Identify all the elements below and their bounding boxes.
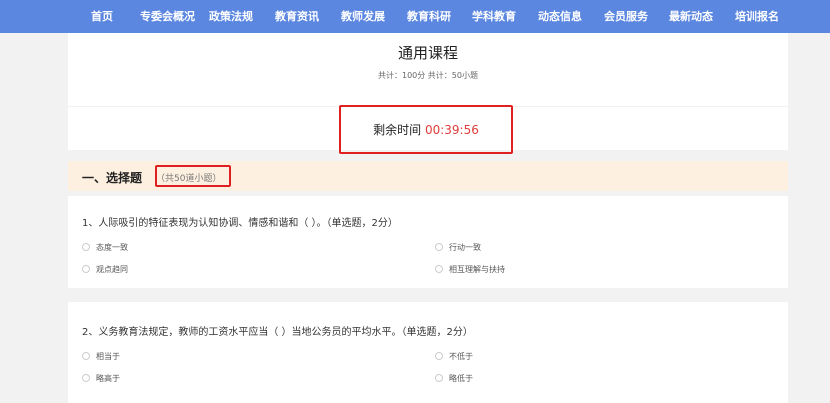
answer-option[interactable]: 相当于 — [82, 350, 120, 362]
radio-button[interactable] — [435, 265, 443, 273]
radio-button[interactable] — [82, 265, 90, 273]
answer-option[interactable]: 略低于 — [435, 372, 473, 384]
nav-item-training-signup[interactable]: 培训报名 — [735, 0, 779, 33]
course-header: 通用课程 共计：100分 共计：50小题 — [68, 33, 788, 106]
option-label: 略低于 — [449, 373, 473, 383]
remaining-time: 剩余时间 00:39:56 — [341, 121, 511, 138]
option-label: 行动一致 — [449, 242, 481, 252]
option-label: 态度一致 — [96, 242, 128, 252]
course-title: 通用课程 — [397, 44, 458, 62]
answer-option[interactable]: 不低于 — [435, 350, 473, 362]
question-card: 1、人际吸引的特征表现为认知协调、情感和谐和（ ）。（单选题，2分） 态度一致 … — [68, 196, 788, 288]
option-label: 略高于 — [96, 373, 120, 383]
radio-button[interactable] — [435, 374, 443, 382]
nav-item-teacher-development[interactable]: 教师发展 — [341, 0, 385, 33]
nav-item-committee-overview[interactable]: 专委会概况 — [140, 0, 195, 33]
top-nav: 首页 专委会概况 政策法规 教育资讯 教师发展 教育科研 学科教育 动态信息 会… — [0, 0, 830, 33]
nav-item-policies[interactable]: 政策法规 — [209, 0, 253, 33]
nav-item-dynamic-info[interactable]: 动态信息 — [538, 0, 582, 33]
option-label: 相当于 — [96, 351, 120, 361]
remaining-time-label: 剩余时间 — [373, 123, 422, 137]
nav-item-home[interactable]: 首页 — [91, 0, 113, 33]
nav-item-education-research[interactable]: 教育科研 — [407, 0, 451, 33]
option-label: 相互理解与扶持 — [449, 264, 505, 274]
timer-card: 剩余时间 00:39:56 — [68, 105, 788, 154]
question-card: 2、义务教育法规定，教师的工资水平应当（ ）当地公务员的平均水平。（单选题，2分… — [68, 302, 788, 403]
option-label: 不低于 — [449, 351, 473, 361]
question-text: 1、人际吸引的特征表现为认知协调、情感和谐和（ ）。（单选题，2分） — [82, 218, 398, 229]
nav-item-education-news[interactable]: 教育资讯 — [275, 0, 319, 33]
section-title: 一、选择题 — [82, 171, 143, 185]
answer-option[interactable]: 行动一致 — [435, 241, 481, 253]
radio-button[interactable] — [435, 243, 443, 251]
section-header: 一、选择题 （共50道小题） — [68, 161, 788, 191]
nav-item-subject-education[interactable]: 学科教育 — [472, 0, 516, 33]
course-summary: 共计：100分 共计：50小题 — [378, 71, 478, 80]
remaining-time-value: 00:39:56 — [424, 123, 479, 137]
radio-button[interactable] — [82, 374, 90, 382]
nav-item-member-services[interactable]: 会员服务 — [604, 0, 648, 33]
answer-option[interactable]: 相互理解与扶持 — [435, 263, 505, 275]
answer-option[interactable]: 观点趋同 — [82, 263, 128, 275]
question-text: 2、义务教育法规定，教师的工资水平应当（ ）当地公务员的平均水平。（单选题，2分… — [82, 327, 473, 338]
answer-option[interactable]: 态度一致 — [82, 241, 128, 253]
radio-button[interactable] — [82, 243, 90, 251]
timer-highlight-box: 剩余时间 00:39:56 — [339, 105, 513, 154]
radio-button[interactable] — [435, 352, 443, 360]
radio-button[interactable] — [82, 352, 90, 360]
answer-option[interactable]: 略高于 — [82, 372, 120, 384]
count-highlight-box — [155, 165, 231, 187]
nav-item-latest-news[interactable]: 最新动态 — [669, 0, 713, 33]
option-label: 观点趋同 — [96, 264, 128, 274]
